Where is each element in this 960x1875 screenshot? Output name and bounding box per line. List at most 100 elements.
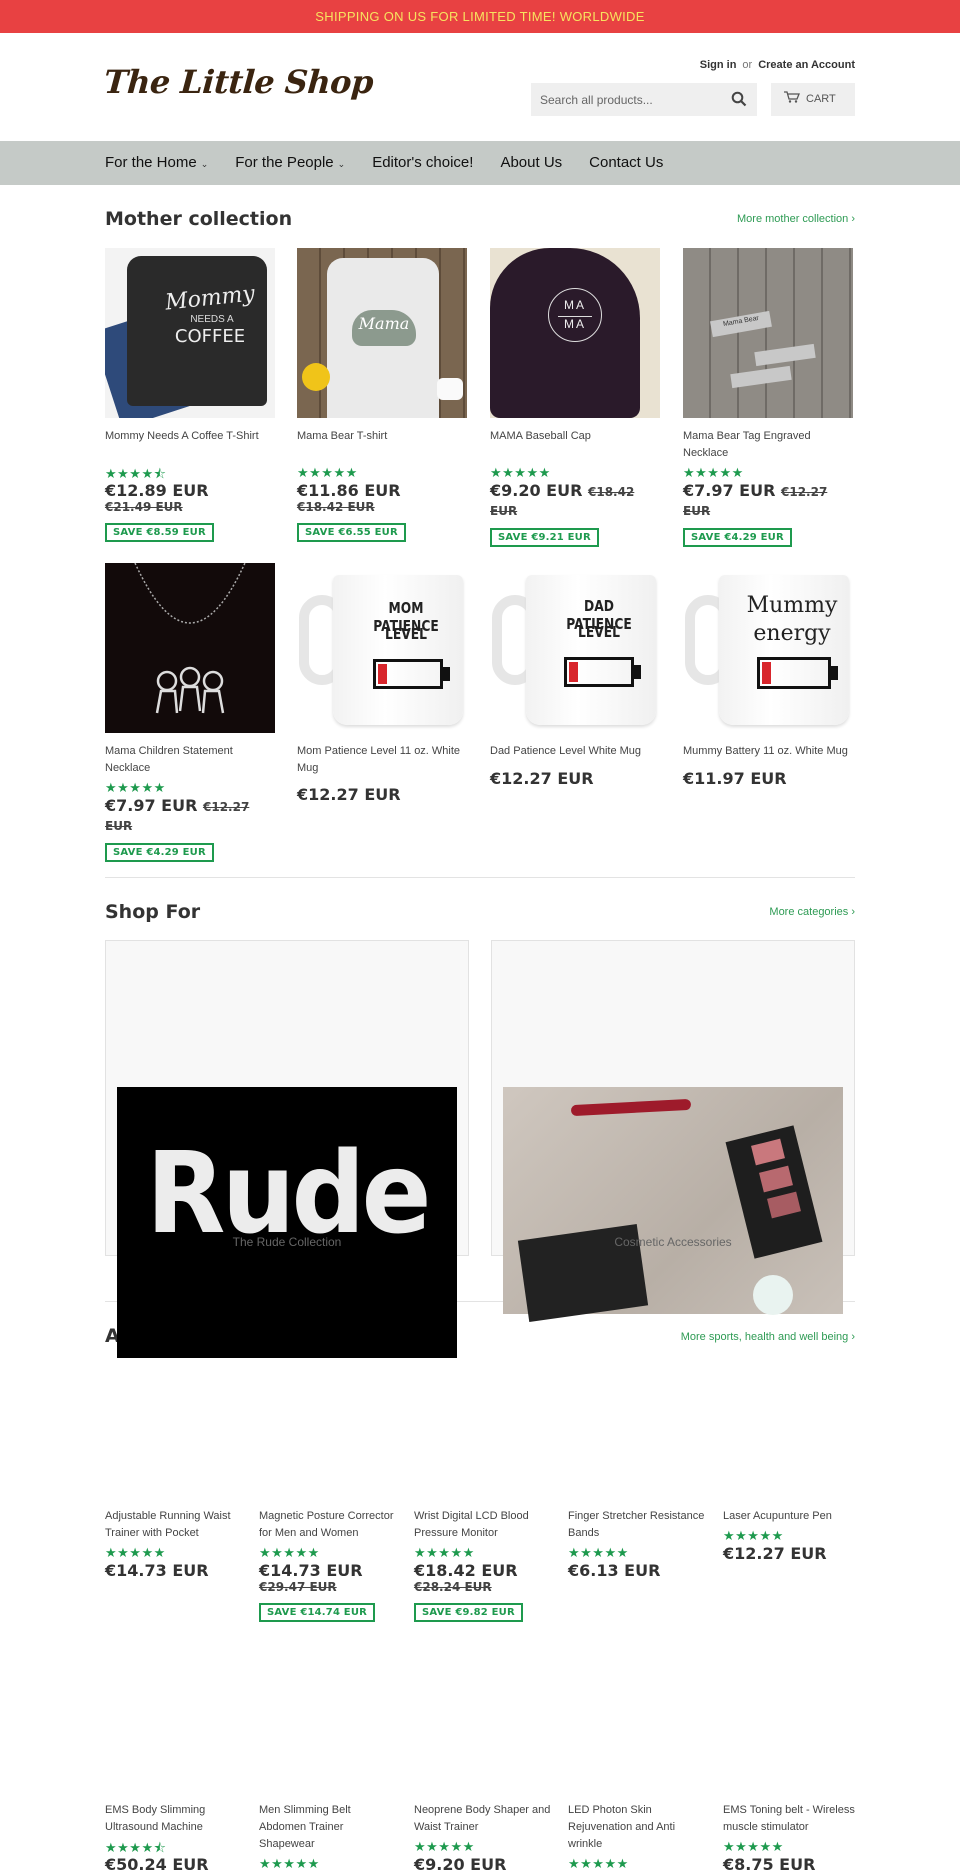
product-card[interactable]: Men Slimming Belt Abdomen Trainer Shapew… bbox=[259, 1802, 399, 1871]
product-card[interactable]: Magnetic Posture Corrector for Men and W… bbox=[259, 1508, 399, 1622]
chevron-down-icon: ⌄ bbox=[200, 159, 209, 169]
star-rating: ★★★★★ bbox=[414, 1545, 475, 1560]
product-price: €14.73 EUR bbox=[105, 1561, 209, 1580]
nav-label: About Us bbox=[500, 154, 563, 171]
star-rating: ★★★★⯪ bbox=[105, 1840, 167, 1855]
site-header: The Little Shop Sign in or Create an Accou… bbox=[0, 33, 960, 141]
nav-item-for-the-people[interactable]: For the People ⌄ bbox=[235, 141, 345, 185]
more-sports-link[interactable]: More sports, health and well being › bbox=[681, 1331, 855, 1343]
product-name[interactable]: Wrist Digital LCD Blood Pressure Monitor bbox=[414, 1508, 554, 1542]
product-name[interactable]: Mommy Needs A Coffee T-Shirt bbox=[105, 428, 275, 462]
product-name[interactable]: Mama Bear Tag Engraved Necklace bbox=[683, 428, 853, 462]
more-categories-link[interactable]: More categories › bbox=[769, 906, 855, 918]
product-image[interactable]: Mama bbox=[297, 248, 467, 418]
product-card[interactable]: MA MA MAMA Baseball Cap ★★★★★ €9.20 EUR … bbox=[490, 248, 660, 547]
search-icon[interactable] bbox=[731, 91, 747, 107]
product-price: €14.73 EUR bbox=[259, 1561, 363, 1580]
product-card[interactable]: Laser Acupunture Pen ★★★★★ €12.27 EUR bbox=[723, 1508, 863, 1563]
sign-in-link[interactable]: Sign in bbox=[700, 59, 737, 71]
shirt-print-text: Mama bbox=[358, 314, 410, 333]
product-card[interactable]: EMS Toning belt - Wireless muscle stimul… bbox=[723, 1802, 863, 1874]
save-badge: SAVE €14.74 EUR bbox=[259, 1603, 376, 1622]
product-card[interactable]: Mama Children Statement Necklace ★★★★★ €… bbox=[105, 563, 275, 862]
product-price: €6.13 EUR bbox=[568, 1561, 661, 1580]
category-label-overlay: Cosmetic Accessories bbox=[614, 1235, 732, 1249]
product-price: €11.97 EUR bbox=[683, 769, 787, 788]
product-card[interactable]: EMS Body Slimming Ultrasound Machine ★★★… bbox=[105, 1802, 245, 1874]
product-name[interactable]: Laser Acupunture Pen bbox=[723, 1508, 863, 1525]
product-image[interactable]: Mummy energy bbox=[683, 563, 853, 733]
product-card[interactable]: Adjustable Running Waist Trainer with Po… bbox=[105, 1508, 245, 1580]
star-rating: ★★★★★ bbox=[723, 1839, 784, 1854]
nav-item-contact-us[interactable]: Contact Us bbox=[589, 141, 663, 185]
product-image[interactable]: Mommy NEEDS A COFFEE bbox=[105, 248, 275, 418]
product-price: €7.97 EUR €12.27 EUR bbox=[683, 481, 853, 519]
product-name[interactable]: Mom Patience Level 11 oz. White Mug bbox=[297, 743, 467, 777]
product-name[interactable]: MAMA Baseball Cap bbox=[490, 428, 660, 462]
star-rating: ★★★★★ bbox=[105, 780, 166, 795]
product-price: €12.27 EUR bbox=[490, 769, 594, 788]
product-price: €11.86 EUR bbox=[297, 481, 401, 500]
product-price: €7.97 EUR €12.27 EUR bbox=[105, 796, 275, 834]
star-rating: ★★★★★ bbox=[414, 1839, 475, 1854]
product-image[interactable]: MOM PATIENCE LEVEL bbox=[297, 563, 467, 733]
product-card[interactable]: Mommy NEEDS A COFFEE Mommy Needs A Coffe… bbox=[105, 248, 275, 542]
save-badge: SAVE €9.21 EUR bbox=[490, 528, 599, 547]
product-card[interactable]: Mummy energy Mummy Battery 11 oz. White … bbox=[683, 563, 853, 788]
product-name[interactable]: EMS Toning belt - Wireless muscle stimul… bbox=[723, 1802, 863, 1836]
product-card[interactable]: MOM PATIENCE LEVEL Mom Patience Level 11… bbox=[297, 563, 467, 804]
chevron-down-icon: ⌄ bbox=[337, 159, 346, 169]
product-name[interactable]: Neoprene Body Shaper and Waist Trainer bbox=[414, 1802, 554, 1836]
product-card[interactable]: LED Photon Skin Rejuvenation and Anti wr… bbox=[568, 1802, 708, 1871]
section-title-shop-for: Shop For bbox=[105, 901, 201, 923]
product-price: €9.20 EUR bbox=[414, 1855, 507, 1874]
search-input[interactable] bbox=[531, 83, 711, 116]
product-price: €18.42 EUR bbox=[414, 1561, 518, 1580]
announcement-bar: SHIPPING ON US FOR LIMITED TIME! WORLDWI… bbox=[0, 0, 960, 33]
product-price-value: €7.97 EUR bbox=[105, 796, 198, 815]
nav-item-about-us[interactable]: About Us bbox=[500, 141, 562, 185]
nav-label: For the Home bbox=[105, 154, 197, 171]
site-logo[interactable]: The Little Shop bbox=[103, 63, 375, 101]
product-image[interactable] bbox=[105, 563, 275, 733]
product-name[interactable]: Magnetic Posture Corrector for Men and W… bbox=[259, 1508, 399, 1542]
product-card[interactable]: Neoprene Body Shaper and Waist Trainer ★… bbox=[414, 1802, 554, 1874]
product-name[interactable]: Men Slimming Belt Abdomen Trainer Shapew… bbox=[259, 1802, 399, 1853]
star-rating: ★★★★★ bbox=[568, 1545, 629, 1560]
product-name[interactable]: Mama Bear T-shirt bbox=[297, 428, 467, 462]
product-card[interactable]: Wrist Digital LCD Blood Pressure Monitor… bbox=[414, 1508, 554, 1622]
compare-price: €29.47 EUR bbox=[259, 1580, 337, 1594]
nav-item-editors-choice[interactable]: Editor's choice! bbox=[372, 141, 473, 185]
compare-price: €21.49 EUR bbox=[105, 500, 183, 514]
product-price: €12.89 EUR bbox=[105, 481, 209, 500]
product-image[interactable]: MA MA bbox=[490, 248, 660, 418]
product-image[interactable]: Mama Bear bbox=[683, 248, 853, 418]
product-card[interactable]: Finger Stretcher Resistance Bands ★★★★★ … bbox=[568, 1508, 708, 1580]
cart-button[interactable]: CART bbox=[771, 83, 855, 116]
category-label-overlay: The Rude Collection bbox=[232, 1235, 342, 1249]
nav-item-for-the-home[interactable]: For the Home ⌄ bbox=[105, 141, 208, 185]
star-rating: ★★★★★ bbox=[259, 1856, 320, 1871]
main-nav: For the Home ⌄ For the People ⌄ Editor's c… bbox=[0, 141, 960, 185]
product-name[interactable]: Mama Children Statement Necklace bbox=[105, 743, 275, 777]
category-image-cosmetic[interactable]: Cosmetic Accessories bbox=[503, 1087, 843, 1322]
or-text: or bbox=[742, 59, 753, 71]
product-name[interactable]: Adjustable Running Waist Trainer with Po… bbox=[105, 1508, 245, 1542]
star-rating: ★★★★★ bbox=[490, 465, 551, 480]
star-rating: ★★★★⯪ bbox=[105, 466, 167, 481]
product-card[interactable]: Mama Bear Mama Bear Tag Engraved Necklac… bbox=[683, 248, 853, 547]
product-price: €50.24 EUR bbox=[105, 1855, 209, 1874]
star-rating: ★★★★★ bbox=[568, 1856, 629, 1871]
product-card[interactable]: Mama Mama Bear T-shirt ★★★★★ €11.86 EUR … bbox=[297, 248, 467, 542]
product-card[interactable]: DAD PATIENCE LEVEL Dad Patience Level Wh… bbox=[490, 563, 660, 788]
category-image-rude[interactable]: Rude The Rude Collection bbox=[117, 1087, 457, 1358]
section-title-mother-collection: Mother collection bbox=[105, 208, 293, 230]
more-mother-collection-link[interactable]: More mother collection › bbox=[737, 213, 855, 225]
product-name[interactable]: Finger Stretcher Resistance Bands bbox=[568, 1508, 708, 1542]
save-badge: SAVE €6.55 EUR bbox=[297, 523, 406, 542]
product-name[interactable]: LED Photon Skin Rejuvenation and Anti wr… bbox=[568, 1802, 708, 1853]
product-image[interactable]: DAD PATIENCE LEVEL bbox=[490, 563, 660, 733]
save-badge: SAVE €9.82 EUR bbox=[414, 1603, 523, 1622]
product-name[interactable]: EMS Body Slimming Ultrasound Machine bbox=[105, 1802, 245, 1836]
create-account-link[interactable]: Create an Account bbox=[758, 59, 855, 71]
